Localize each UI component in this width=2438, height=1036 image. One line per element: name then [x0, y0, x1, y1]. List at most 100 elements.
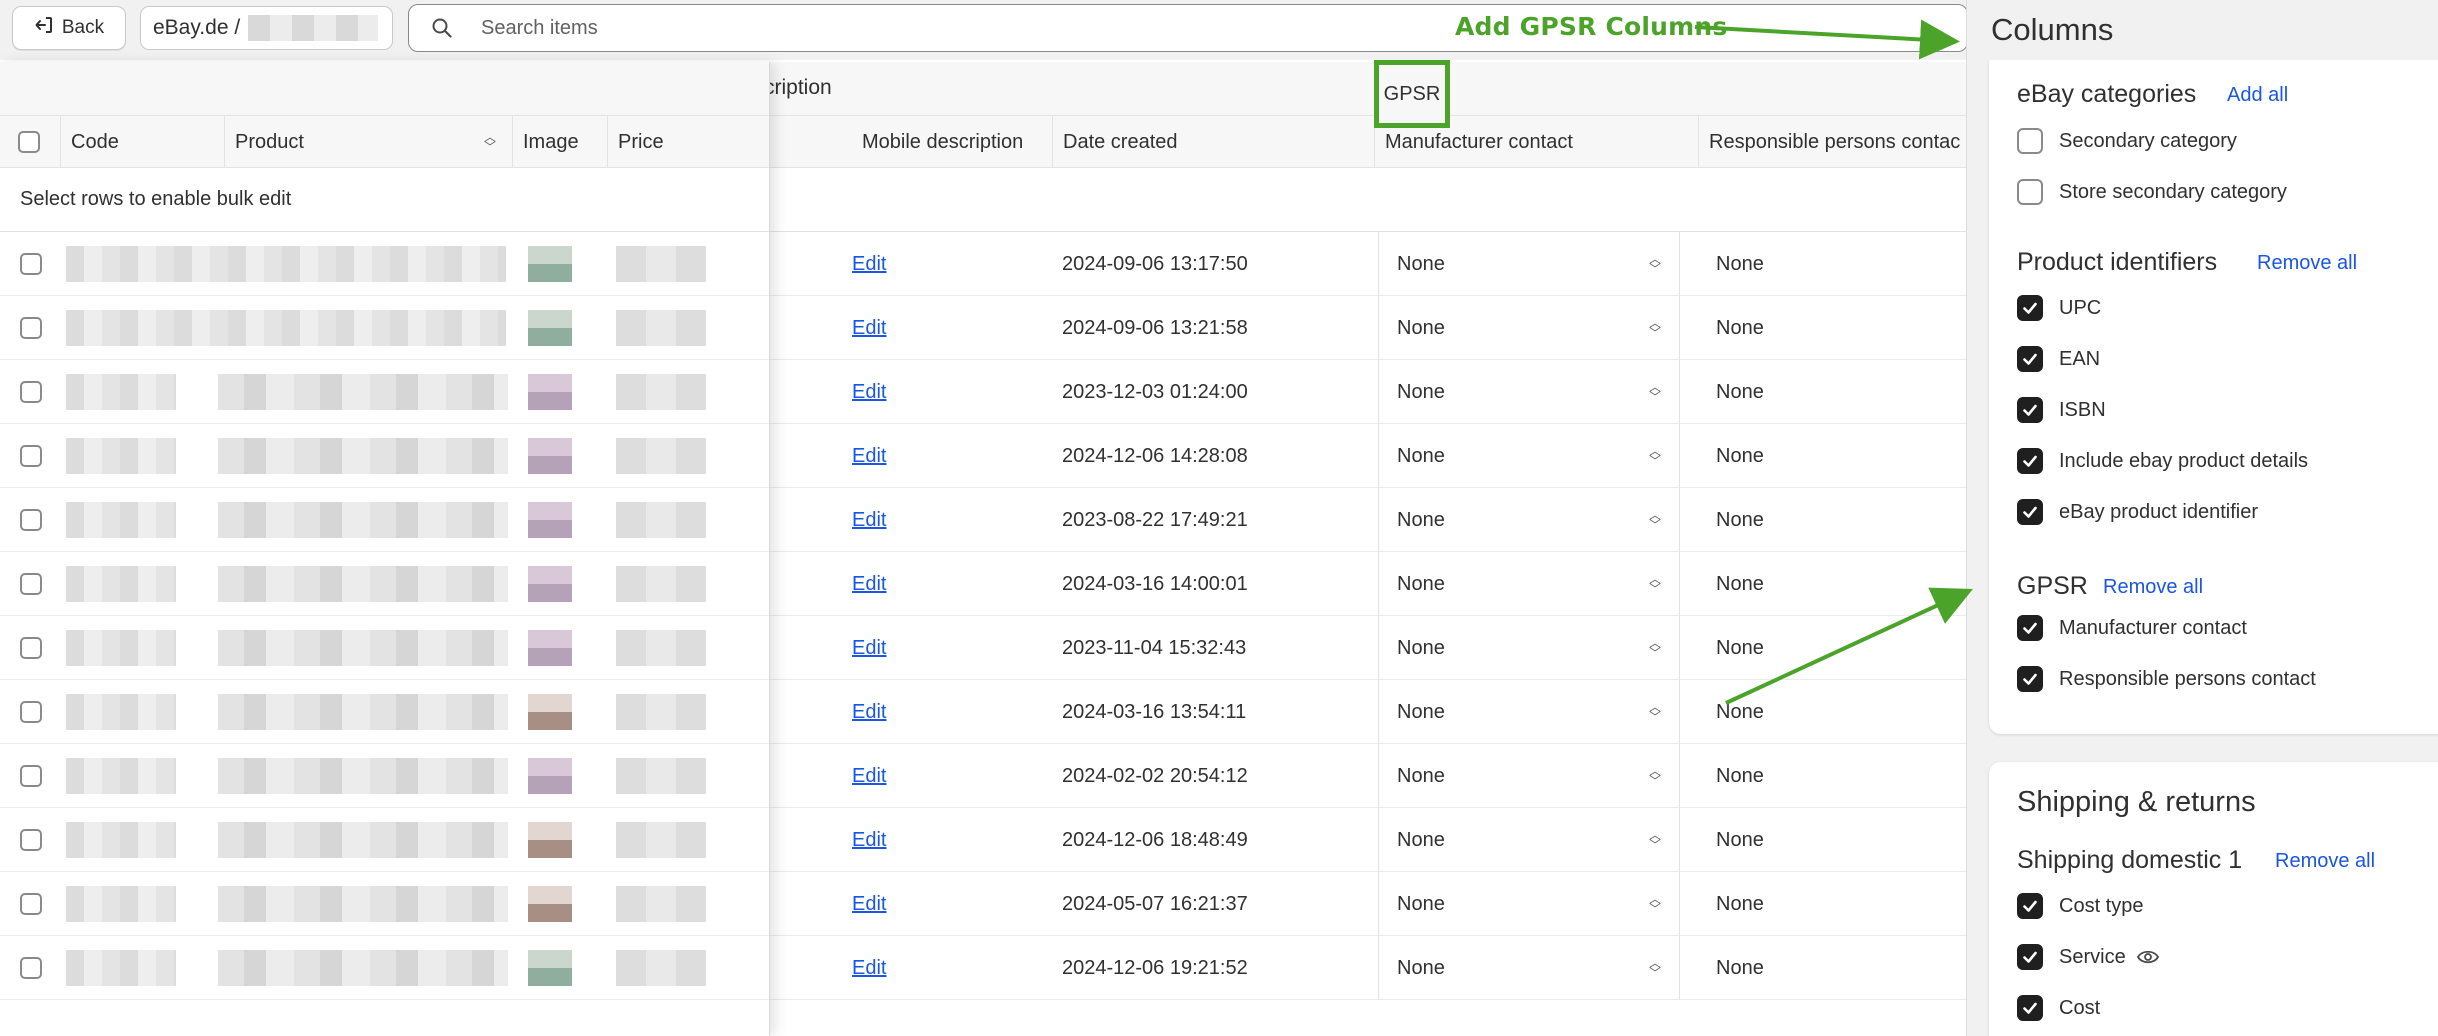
edit-link[interactable]: Edit: [852, 445, 886, 468]
column-header-product[interactable]: Product ︿ ﹀: [224, 116, 512, 168]
column-option[interactable]: EAN: [2017, 344, 2100, 374]
manufacturer-contact-select[interactable]: None ︿ ﹀: [1378, 232, 1680, 296]
manufacturer-contact-select[interactable]: None ︿ ﹀: [1378, 808, 1680, 872]
manufacturer-contact-select[interactable]: None ︿ ﹀: [1378, 872, 1680, 936]
manufacturer-contact-select[interactable]: None ︿ ﹀: [1378, 552, 1680, 616]
edit-link[interactable]: Edit: [852, 765, 886, 788]
row-checkbox[interactable]: [20, 765, 42, 787]
edit-link[interactable]: Edit: [852, 381, 886, 404]
edit-link[interactable]: Edit: [852, 893, 886, 916]
store-selector[interactable]: eBay.de /: [140, 6, 393, 50]
responsible-contact-cell[interactable]: None: [1716, 808, 1764, 872]
column-option[interactable]: Cost type: [2017, 891, 2143, 921]
product-identifiers-remove-all-link[interactable]: Remove all: [2257, 252, 2357, 275]
column-header-image[interactable]: Image: [512, 116, 607, 168]
row-checkbox[interactable]: [20, 701, 42, 723]
column-option[interactable]: Include ebay product details: [2017, 446, 2308, 476]
responsible-contact-cell[interactable]: None: [1716, 296, 1764, 360]
column-option[interactable]: Secondary category: [2017, 126, 2237, 156]
column-header-price[interactable]: Price: [607, 116, 769, 168]
checked-checkbox[interactable]: [2017, 346, 2043, 372]
responsible-contact-cell[interactable]: None: [1716, 360, 1764, 424]
checked-checkbox[interactable]: [2017, 448, 2043, 474]
row-checkbox[interactable]: [20, 957, 42, 979]
redacted-code: [66, 438, 176, 474]
column-option[interactable]: UPC: [2017, 293, 2101, 323]
row-checkbox[interactable]: [20, 893, 42, 915]
row-checkbox[interactable]: [20, 637, 42, 659]
manufacturer-contact-select[interactable]: None ︿ ﹀: [1378, 616, 1680, 680]
unchecked-checkbox[interactable]: [2017, 179, 2043, 205]
checked-checkbox[interactable]: [2017, 499, 2043, 525]
ebay-categories-add-all-link[interactable]: Add all: [2227, 84, 2288, 107]
edit-link[interactable]: Edit: [852, 253, 886, 276]
manufacturer-contact-select[interactable]: None ︿ ﹀: [1378, 936, 1680, 1000]
checked-checkbox[interactable]: [2017, 944, 2043, 970]
responsible-contact-cell[interactable]: None: [1716, 872, 1764, 936]
column-option[interactable]: Manufacturer contact: [2017, 613, 2247, 643]
gpsr-remove-all-link[interactable]: Remove all: [2103, 576, 2203, 599]
column-option[interactable]: Responsible persons contact: [2017, 664, 2316, 694]
responsible-contact-cell[interactable]: None: [1716, 232, 1764, 296]
row-checkbox[interactable]: [20, 317, 42, 339]
redacted-price: [616, 246, 706, 282]
row-checkbox[interactable]: [20, 253, 42, 275]
manufacturer-contact-select[interactable]: None ︿ ﹀: [1378, 680, 1680, 744]
responsible-contact-cell[interactable]: None: [1716, 616, 1764, 680]
responsible-contact-cell[interactable]: None: [1716, 744, 1764, 808]
manufacturer-contact-select[interactable]: None ︿ ﹀: [1378, 296, 1680, 360]
date-created-cell: 2024-12-06 19:21:52: [1062, 956, 1248, 979]
edit-link[interactable]: Edit: [852, 957, 886, 980]
redacted-code: [66, 566, 176, 602]
manufacturer-contact-select[interactable]: None ︿ ﹀: [1378, 488, 1680, 552]
frozen-table-row: [0, 616, 769, 680]
column-header-code[interactable]: Code: [60, 116, 224, 168]
shipping-domestic-remove-all-link[interactable]: Remove all: [2275, 850, 2375, 873]
checked-checkbox[interactable]: [2017, 666, 2043, 692]
sort-icon[interactable]: ︿ ﹀: [484, 131, 496, 153]
manufacturer-contact-select[interactable]: None ︿ ﹀: [1378, 360, 1680, 424]
row-checkbox[interactable]: [20, 829, 42, 851]
checked-checkbox[interactable]: [2017, 893, 2043, 919]
column-header-date-created[interactable]: Date created: [1052, 116, 1378, 168]
column-option[interactable]: Store secondary category: [2017, 177, 2287, 207]
edit-link[interactable]: Edit: [852, 701, 886, 724]
edit-link[interactable]: Edit: [852, 573, 886, 596]
row-checkbox[interactable]: [20, 381, 42, 403]
manufacturer-contact-select[interactable]: None ︿ ﹀: [1378, 424, 1680, 488]
eye-icon[interactable]: [2136, 948, 2160, 966]
redacted-product: [218, 630, 508, 666]
columns-panel: Columns eBay categories Add all Secondar…: [1966, 0, 2438, 1036]
responsible-contact-cell[interactable]: None: [1716, 552, 1764, 616]
edit-link[interactable]: Edit: [852, 829, 886, 852]
row-checkbox[interactable]: [20, 509, 42, 531]
edit-link[interactable]: Edit: [852, 637, 886, 660]
responsible-contact-cell[interactable]: None: [1716, 936, 1764, 1000]
search-input[interactable]: [481, 16, 1381, 40]
edit-link[interactable]: Edit: [852, 317, 886, 340]
responsible-contact-cell[interactable]: None: [1716, 488, 1764, 552]
mobile-description-cell: Edit: [852, 808, 886, 872]
panel-title: Columns: [1991, 12, 2114, 47]
checked-checkbox[interactable]: [2017, 995, 2043, 1021]
row-checkbox[interactable]: [20, 445, 42, 467]
select-all-checkbox[interactable]: [18, 131, 40, 153]
manufacturer-contact-select[interactable]: None ︿ ﹀: [1378, 744, 1680, 808]
checked-checkbox[interactable]: [2017, 397, 2043, 423]
column-header-mobile-description[interactable]: Mobile description: [852, 116, 1052, 168]
row-checkbox[interactable]: [20, 573, 42, 595]
checked-checkbox[interactable]: [2017, 615, 2043, 641]
column-option[interactable]: Service: [2017, 942, 2160, 972]
frozen-table-row: [0, 872, 769, 936]
column-header-responsible-contact[interactable]: Responsible persons contac: [1698, 116, 1966, 168]
edit-link[interactable]: Edit: [852, 509, 886, 532]
column-option[interactable]: Cost: [2017, 993, 2100, 1023]
search-field[interactable]: [408, 4, 1968, 52]
column-option[interactable]: ISBN: [2017, 395, 2106, 425]
unchecked-checkbox[interactable]: [2017, 128, 2043, 154]
checked-checkbox[interactable]: [2017, 295, 2043, 321]
column-option[interactable]: eBay product identifier: [2017, 497, 2258, 527]
responsible-contact-cell[interactable]: None: [1716, 424, 1764, 488]
responsible-contact-cell[interactable]: None: [1716, 680, 1764, 744]
back-button[interactable]: Back: [12, 6, 126, 50]
